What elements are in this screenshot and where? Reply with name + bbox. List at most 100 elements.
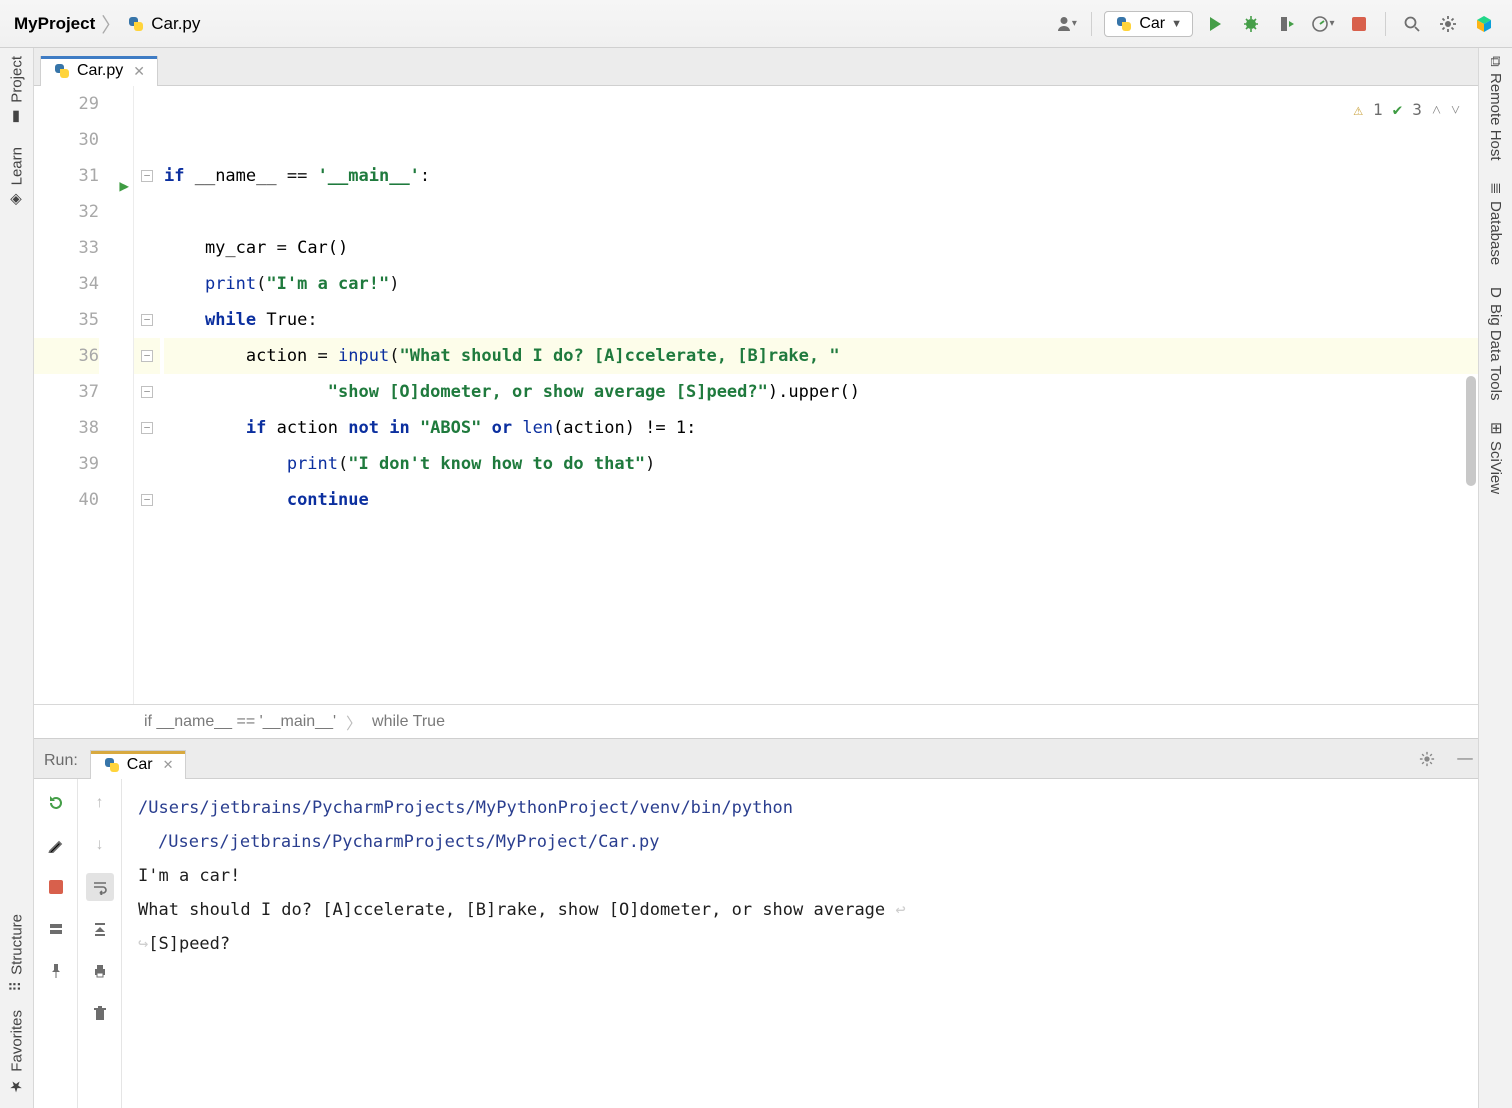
fold-toggle[interactable]: − [141, 422, 153, 434]
tool-favorites[interactable]: ★ Favorites [8, 1010, 26, 1096]
fold-toggle[interactable]: − [141, 170, 153, 182]
tool-learn-label: Learn [8, 147, 25, 185]
close-tab-icon[interactable]: ✕ [133, 63, 145, 80]
fold-toggle[interactable]: − [141, 494, 153, 506]
tool-database[interactable]: ≣ Database [1487, 182, 1505, 265]
stop-run-button[interactable] [42, 873, 70, 901]
code-editor[interactable]: ⚠ 1 ✔ 3 ˄ ˅ 2930▶31323334353637383940 −−… [34, 86, 1478, 704]
tool-project-label: Project [8, 56, 25, 103]
code-content[interactable]: if __name__ == '__main__': my_car = Car(… [160, 86, 1478, 704]
stop-button[interactable] [1345, 10, 1373, 38]
run-console[interactable]: /Users/jetbrains/PycharmProjects/MyPytho… [122, 779, 1478, 1108]
run-settings-icon[interactable] [1414, 746, 1440, 772]
profile-button[interactable]: ▾ [1309, 10, 1337, 38]
structure-icon: ⠿ [8, 981, 26, 992]
fold-toggle[interactable]: − [141, 350, 153, 362]
run-action-column-1 [34, 779, 78, 1108]
code-line[interactable] [164, 122, 1478, 158]
layout-button[interactable] [42, 915, 70, 943]
python-file-icon [53, 62, 71, 80]
line-number: 34 [34, 266, 99, 302]
jetbrains-toolbox-icon[interactable] [1470, 10, 1498, 38]
fold-toggle[interactable]: − [141, 386, 153, 398]
breadcrumb-separator: 〉 [346, 710, 362, 734]
gutter-run-icon[interactable]: ▶ [119, 168, 129, 204]
vcs-user-icon[interactable]: ▾ [1051, 10, 1079, 38]
down-stack-button[interactable]: ↓ [86, 831, 114, 859]
editor-area: Car.py ✕ ⚠ 1 ✔ 3 ˄ ˅ 2930▶31323334353637… [34, 48, 1478, 1108]
code-line[interactable]: if __name__ == '__main__': [164, 158, 1478, 194]
prev-highlight-icon[interactable]: ˄ [1432, 92, 1441, 128]
run-tool-header: Run: Car ✕ — [34, 739, 1478, 779]
debug-button[interactable] [1237, 10, 1265, 38]
run-config-selector[interactable]: Car ▼ [1104, 11, 1193, 37]
line-number: 38 [34, 410, 99, 446]
breadcrumb-file[interactable]: Car.py [151, 14, 200, 34]
close-run-tab-icon[interactable]: ✕ [163, 757, 174, 773]
print-button[interactable] [86, 957, 114, 985]
settings-button[interactable] [1434, 10, 1462, 38]
up-stack-button[interactable]: ↑ [86, 789, 114, 817]
run-tab-car[interactable]: Car ✕ [90, 750, 187, 779]
tool-big-data-label: Big Data Tools [1487, 304, 1504, 400]
tool-sciview[interactable]: ⊞ SciView [1487, 422, 1505, 494]
editor-breadcrumb[interactable]: if __name__ == '__main__' 〉 while True [34, 704, 1478, 738]
tool-remote-host-label: Remote Host [1487, 73, 1504, 161]
tool-big-data[interactable]: D Big Data Tools [1487, 287, 1504, 400]
line-number: 29 [34, 86, 99, 122]
line-number: 35 [34, 302, 99, 338]
code-line[interactable]: print("I don't know how to do that") [164, 446, 1478, 482]
next-highlight-icon[interactable]: ˅ [1451, 92, 1460, 128]
tool-remote-host[interactable]: ⧉ Remote Host [1487, 56, 1504, 160]
code-line[interactable]: while True: [164, 302, 1478, 338]
tool-learn[interactable]: ◈ Learn [8, 147, 26, 209]
tool-project[interactable]: ▮ Project [8, 56, 26, 127]
pass-count: 3 [1412, 92, 1422, 128]
code-line[interactable]: action = input("What should I do? [A]cce… [164, 338, 1478, 374]
big-data-icon: D [1487, 287, 1504, 298]
edit-config-button[interactable] [42, 831, 70, 859]
code-line[interactable]: "show [O]dometer, or show average [S]pee… [164, 374, 1478, 410]
crumb-scope-2[interactable]: while True [372, 713, 445, 731]
coverage-button[interactable] [1273, 10, 1301, 38]
console-line-2b: [S]peed? [148, 934, 230, 954]
search-everywhere-button[interactable] [1398, 10, 1426, 38]
code-line[interactable]: continue [164, 482, 1478, 518]
line-number: 33 [34, 230, 99, 266]
code-line[interactable] [164, 194, 1478, 230]
delete-button[interactable] [86, 999, 114, 1027]
code-line[interactable] [164, 86, 1478, 122]
tool-structure[interactable]: ⠿ Structure [8, 914, 26, 992]
sciview-icon: ⊞ [1487, 422, 1505, 435]
breadcrumb-project[interactable]: MyProject [14, 14, 95, 34]
tool-sciview-label: SciView [1487, 441, 1504, 494]
code-line[interactable]: my_car = Car() [164, 230, 1478, 266]
fold-toggle[interactable]: − [141, 314, 153, 326]
fold-cell [134, 266, 160, 302]
console-line-2a: What should I do? [A]ccelerate, [B]rake,… [138, 900, 895, 920]
navigation-bar: MyProject 〉 Car.py ▾ Car ▼ ▾ [0, 0, 1512, 48]
breadcrumb: MyProject 〉 Car.py [14, 9, 200, 38]
rerun-button[interactable] [42, 789, 70, 817]
run-button[interactable] [1201, 10, 1229, 38]
scroll-to-end-button[interactable] [86, 915, 114, 943]
fold-cell [134, 230, 160, 266]
breadcrumb-separator: 〉 [101, 9, 121, 38]
left-tool-strip: ▮ Project ◈ Learn ⠿ Structure ★ Favorite… [0, 48, 34, 1108]
inspection-widget[interactable]: ⚠ 1 ✔ 3 ˄ ˅ [1353, 92, 1460, 128]
hide-run-icon[interactable]: — [1452, 746, 1478, 772]
line-number: 37 [34, 374, 99, 410]
crumb-scope-1[interactable]: if __name__ == '__main__' [144, 713, 336, 731]
fold-cell: − [134, 302, 160, 338]
fold-cell [134, 194, 160, 230]
soft-wrap-glyph: ↩ [895, 900, 905, 920]
pin-button[interactable] [42, 957, 70, 985]
code-line[interactable]: print("I'm a car!") [164, 266, 1478, 302]
run-config-name: Car [1139, 15, 1165, 33]
soft-wrap-glyph: ↪ [138, 934, 148, 954]
soft-wrap-button[interactable] [86, 873, 114, 901]
code-line[interactable]: if action not in "ABOS" or len(action) !… [164, 410, 1478, 446]
tool-database-label: Database [1487, 201, 1504, 265]
file-tab-car[interactable]: Car.py ✕ [40, 56, 158, 86]
editor-scrollbar-thumb[interactable] [1466, 376, 1476, 486]
